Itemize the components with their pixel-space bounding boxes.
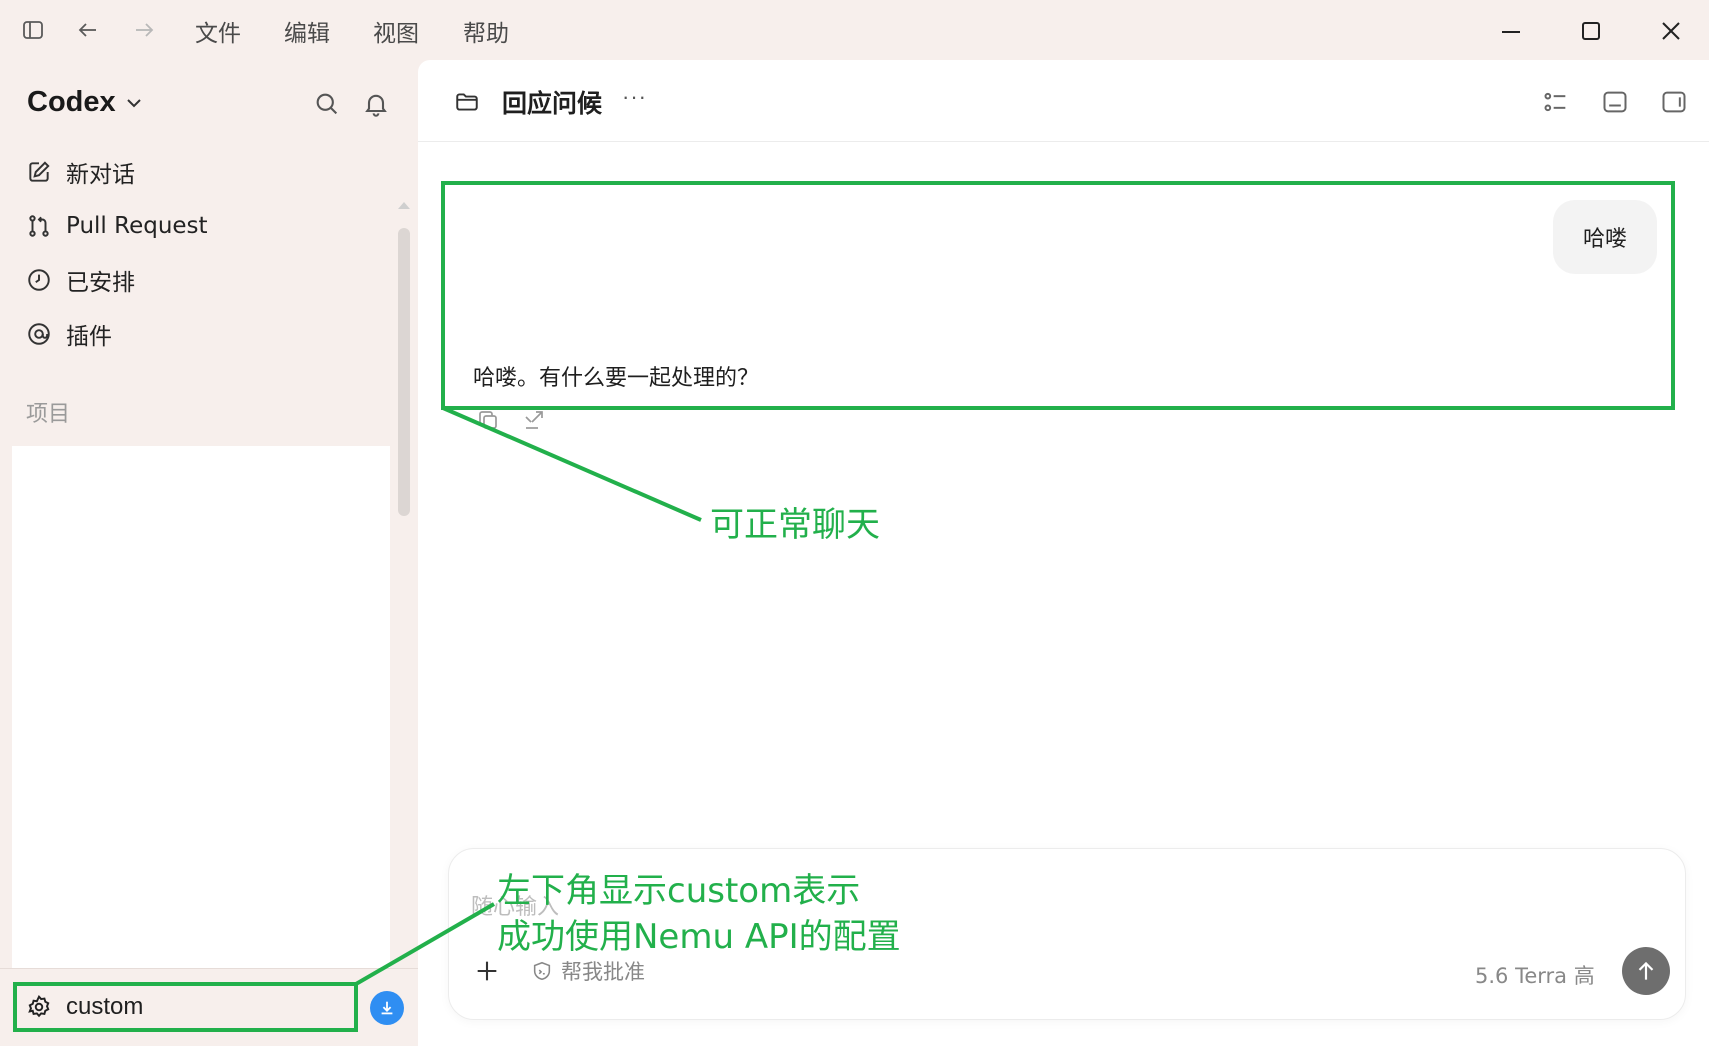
shield-icon <box>533 961 551 981</box>
clock-icon <box>28 269 50 291</box>
minimize-icon[interactable] <box>1494 14 1528 48</box>
plugin-icon <box>28 323 50 345</box>
folder-icon <box>454 89 480 115</box>
toggle-bottom-panel-icon[interactable] <box>1601 88 1629 116</box>
custom-annotation-text-line1: 左下角显示custom表示 <box>497 871 861 911</box>
bell-icon[interactable] <box>362 90 390 118</box>
project-list <box>12 446 390 968</box>
chat-header: 回应问候 ··· <box>418 60 1709 142</box>
chat-annotation-box <box>441 181 1675 410</box>
chat-title[interactable]: 回应问候 <box>502 84 602 120</box>
approval-mode-button[interactable]: 帮我批准 <box>531 957 645 985</box>
custom-annotation-box <box>13 982 358 1032</box>
copy-icon[interactable] <box>476 408 500 432</box>
sidebar-item-pull-request[interactable]: Pull Request <box>26 208 208 244</box>
menu-view[interactable]: 视图 <box>373 14 419 48</box>
more-options-icon[interactable]: ··· <box>622 84 647 110</box>
approval-mode-label: 帮我批准 <box>561 960 645 984</box>
toggle-side-panel-icon[interactable] <box>1660 88 1688 116</box>
sidebar-item-label: 插件 <box>66 324 112 350</box>
projects-section-label: 项目 <box>26 402 71 427</box>
chat-annotation-text: 可正常聊天 <box>710 505 880 545</box>
maximize-icon[interactable] <box>1574 14 1608 48</box>
menu-edit[interactable]: 编辑 <box>284 14 330 48</box>
back-arrow-icon[interactable] <box>74 16 102 44</box>
menu-help[interactable]: 帮助 <box>463 14 509 48</box>
task-list-icon[interactable] <box>1542 88 1570 116</box>
sidebar-item-plugins[interactable]: 插件 <box>26 316 112 352</box>
download-update-button[interactable] <box>370 991 404 1025</box>
sidebar-item-label: Pull Request <box>66 213 208 239</box>
sidebar: Codex 新对话 Pull Request 已安排 插件 项目 custom <box>0 60 418 1046</box>
sidebar-item-label: 新对话 <box>66 162 135 188</box>
sidebar-divider <box>0 968 418 969</box>
search-icon[interactable] <box>313 90 341 118</box>
custom-annotation-text-line2: 成功使用Nemu API的配置 <box>497 917 901 957</box>
close-icon[interactable] <box>1654 14 1688 48</box>
toggle-sidebar-icon[interactable] <box>19 16 47 44</box>
menu-file[interactable]: 文件 <box>195 14 241 48</box>
git-pull-request-icon <box>29 215 49 237</box>
sidebar-item-new-chat[interactable]: 新对话 <box>26 154 135 190</box>
sidebar-scrollbar[interactable] <box>398 228 410 516</box>
sidebar-item-label: 已安排 <box>66 270 135 296</box>
forward-arrow-icon[interactable] <box>130 16 158 44</box>
send-button[interactable] <box>1622 947 1670 995</box>
sidebar-item-scheduled[interactable]: 已安排 <box>26 262 135 298</box>
title-bar: 文件 编辑 视图 帮助 <box>0 0 1709 60</box>
arrow-up-icon <box>1638 961 1654 980</box>
model-selector[interactable]: 5.6 Terra 高 <box>1475 960 1595 990</box>
edit-icon <box>29 161 50 182</box>
brand-name: Codex <box>27 86 116 118</box>
chevron-down-icon <box>126 98 141 107</box>
add-attachment-icon[interactable] <box>473 957 501 985</box>
brand-switcher[interactable]: Codex <box>27 86 144 119</box>
fork-icon[interactable] <box>522 408 546 432</box>
download-icon <box>381 1001 393 1015</box>
scroll-up-arrow-icon[interactable] <box>398 202 410 209</box>
